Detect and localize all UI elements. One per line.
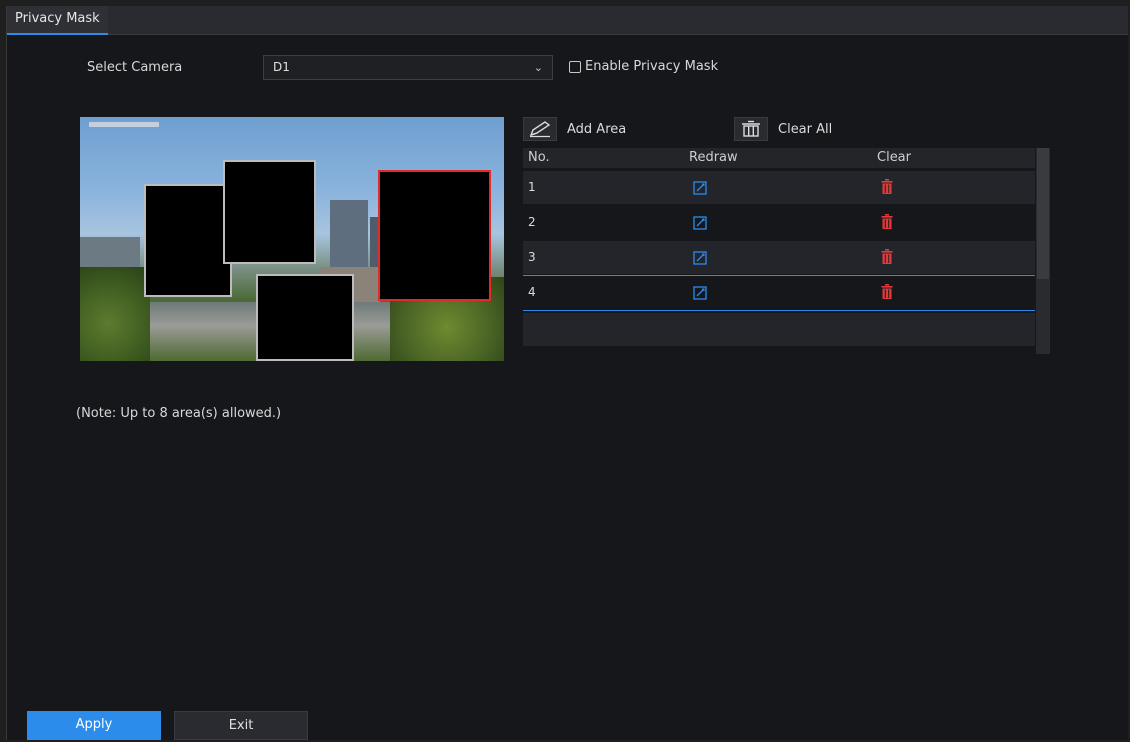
select-camera-label: Select Camera	[87, 60, 183, 75]
add-area-label: Add Area	[567, 121, 627, 137]
chevron-down-icon: ⌄	[533, 61, 543, 74]
row-number: 2	[528, 215, 536, 229]
privacy-mask-panel: Privacy Mask Select Camera D1 ⌄ Enable P…	[6, 6, 1128, 740]
camera-select[interactable]: D1 ⌄	[263, 55, 553, 80]
enable-privacy-mask-checkbox[interactable]: Enable Privacy Mask	[569, 59, 718, 74]
edit-icon[interactable]	[693, 181, 707, 198]
column-header-no: No.	[528, 150, 550, 165]
building	[330, 200, 368, 275]
table-row-empty	[523, 313, 1035, 346]
clear-all-button[interactable]: Clear All	[734, 117, 832, 141]
edit-icon[interactable]	[693, 251, 707, 268]
table-row[interactable]: 2	[523, 206, 1035, 239]
table-row-selected[interactable]: 4	[523, 275, 1035, 311]
row-number: 3	[528, 250, 536, 264]
edit-icon[interactable]	[693, 216, 707, 233]
pencil-icon	[523, 117, 557, 141]
row-number: 4	[528, 285, 536, 299]
privacy-mask-area-1[interactable]	[144, 184, 232, 297]
tab-bar: Privacy Mask	[7, 6, 1128, 35]
checkbox-box[interactable]	[569, 60, 581, 73]
note-text: (Note: Up to 8 area(s) allowed.)	[76, 406, 282, 421]
row-number: 1	[528, 180, 536, 194]
mask-area-table: No. Redraw Clear 1 2 3 4	[523, 148, 1050, 354]
privacy-mask-area-2[interactable]	[223, 160, 316, 264]
osd-timestamp	[89, 122, 159, 127]
table-row[interactable]: 3	[523, 241, 1035, 274]
delete-icon[interactable]	[881, 284, 893, 303]
camera-select-value: D1	[273, 60, 290, 74]
trash-icon	[734, 117, 768, 141]
privacy-mask-area-4[interactable]	[378, 170, 491, 301]
exit-button[interactable]: Exit	[174, 711, 308, 740]
column-header-clear: Clear	[877, 150, 911, 165]
enable-privacy-mask-label: Enable Privacy Mask	[585, 59, 719, 74]
delete-icon[interactable]	[881, 214, 893, 233]
scrollbar-thumb[interactable]	[1037, 148, 1049, 279]
column-header-redraw: Redraw	[689, 150, 738, 165]
tab-privacy-mask[interactable]: Privacy Mask	[7, 6, 108, 35]
delete-icon[interactable]	[881, 249, 893, 268]
table-header: No. Redraw Clear	[523, 148, 1035, 168]
table-row[interactable]: 1	[523, 171, 1035, 204]
apply-button[interactable]: Apply	[27, 711, 161, 740]
add-area-button[interactable]: Add Area	[523, 117, 626, 141]
table-scrollbar[interactable]	[1036, 148, 1050, 354]
tree	[80, 267, 150, 361]
camera-preview[interactable]	[80, 117, 504, 361]
clear-all-label: Clear All	[778, 121, 833, 137]
delete-icon[interactable]	[881, 179, 893, 198]
privacy-mask-area-3[interactable]	[256, 274, 354, 361]
edit-icon[interactable]	[693, 286, 707, 303]
